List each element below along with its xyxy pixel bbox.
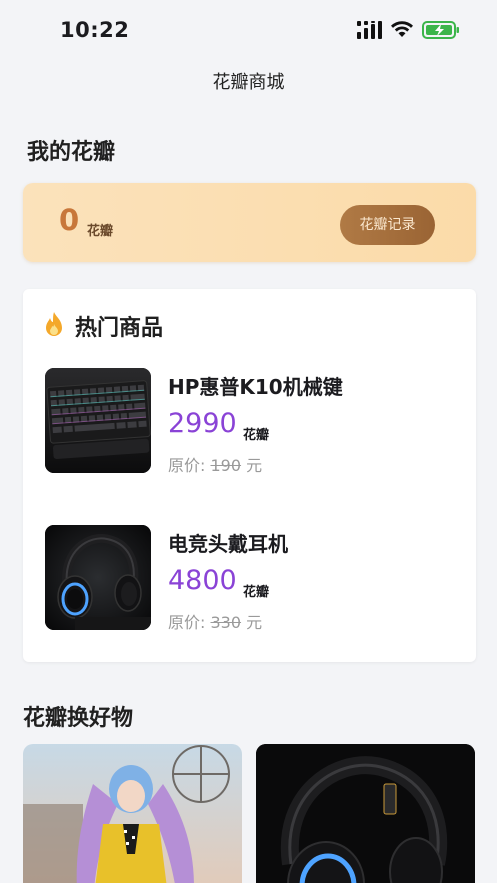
product-item[interactable]: 电竞头戴耳机 4800 花瓣 原价: 330 元 <box>23 525 476 635</box>
product-price: 4800 <box>168 565 237 596</box>
status-bar: 10:22 <box>0 0 497 60</box>
product-name: HP惠普K10机械键 <box>168 375 343 399</box>
exchange-title: 花瓣换好物 <box>23 706 134 731</box>
headset-image <box>45 525 151 630</box>
petal-unit: 花瓣 <box>87 224 114 239</box>
hot-products-card: 热门商品 HP惠普K10机械键 2990 花瓣 原价: 190 元 电竞头戴耳机… <box>23 289 476 662</box>
fire-icon <box>46 312 62 336</box>
signal-icon <box>357 21 382 39</box>
petal-count: 0 <box>59 203 80 237</box>
product-item[interactable]: HP惠普K10机械键 2990 花瓣 原价: 190 元 <box>23 368 476 478</box>
wifi-icon <box>391 21 413 37</box>
original-price-label: 原价: <box>168 613 206 632</box>
status-time: 10:22 <box>60 18 130 42</box>
original-price-value: 190 <box>210 456 242 475</box>
original-price-value: 330 <box>210 613 242 632</box>
nav-title: 花瓣商城 <box>212 72 285 93</box>
petal-mall-page: 10:22 花瓣商城 我的花瓣 0 花瓣 花瓣记录 热门商品 HP惠普K10机械… <box>0 0 497 883</box>
battery-charging-icon <box>422 21 459 39</box>
my-petals-title: 我的花瓣 <box>27 140 116 165</box>
product-price-unit: 花瓣 <box>243 585 270 600</box>
product-name: 电竞头戴耳机 <box>168 532 288 556</box>
original-price-unit: 元 <box>246 613 263 632</box>
headset-image <box>256 744 475 883</box>
product-price-unit: 花瓣 <box>243 428 270 443</box>
petal-balance-card: 0 花瓣 花瓣记录 <box>23 183 476 262</box>
product-original-price: 原价: 330 元 <box>168 609 262 633</box>
exchange-tile-headset[interactable] <box>256 744 475 883</box>
petal-records-button[interactable]: 花瓣记录 <box>340 205 435 245</box>
keyboard-image <box>45 368 151 473</box>
product-original-price: 原价: 190 元 <box>168 452 262 476</box>
original-price-unit: 元 <box>246 456 263 475</box>
original-price-label: 原价: <box>168 456 206 475</box>
cosplay-figure-image <box>23 744 242 883</box>
hot-products-title: 热门商品 <box>75 316 164 341</box>
product-price: 2990 <box>168 408 237 439</box>
exchange-tile-cosplay[interactable] <box>23 744 242 883</box>
